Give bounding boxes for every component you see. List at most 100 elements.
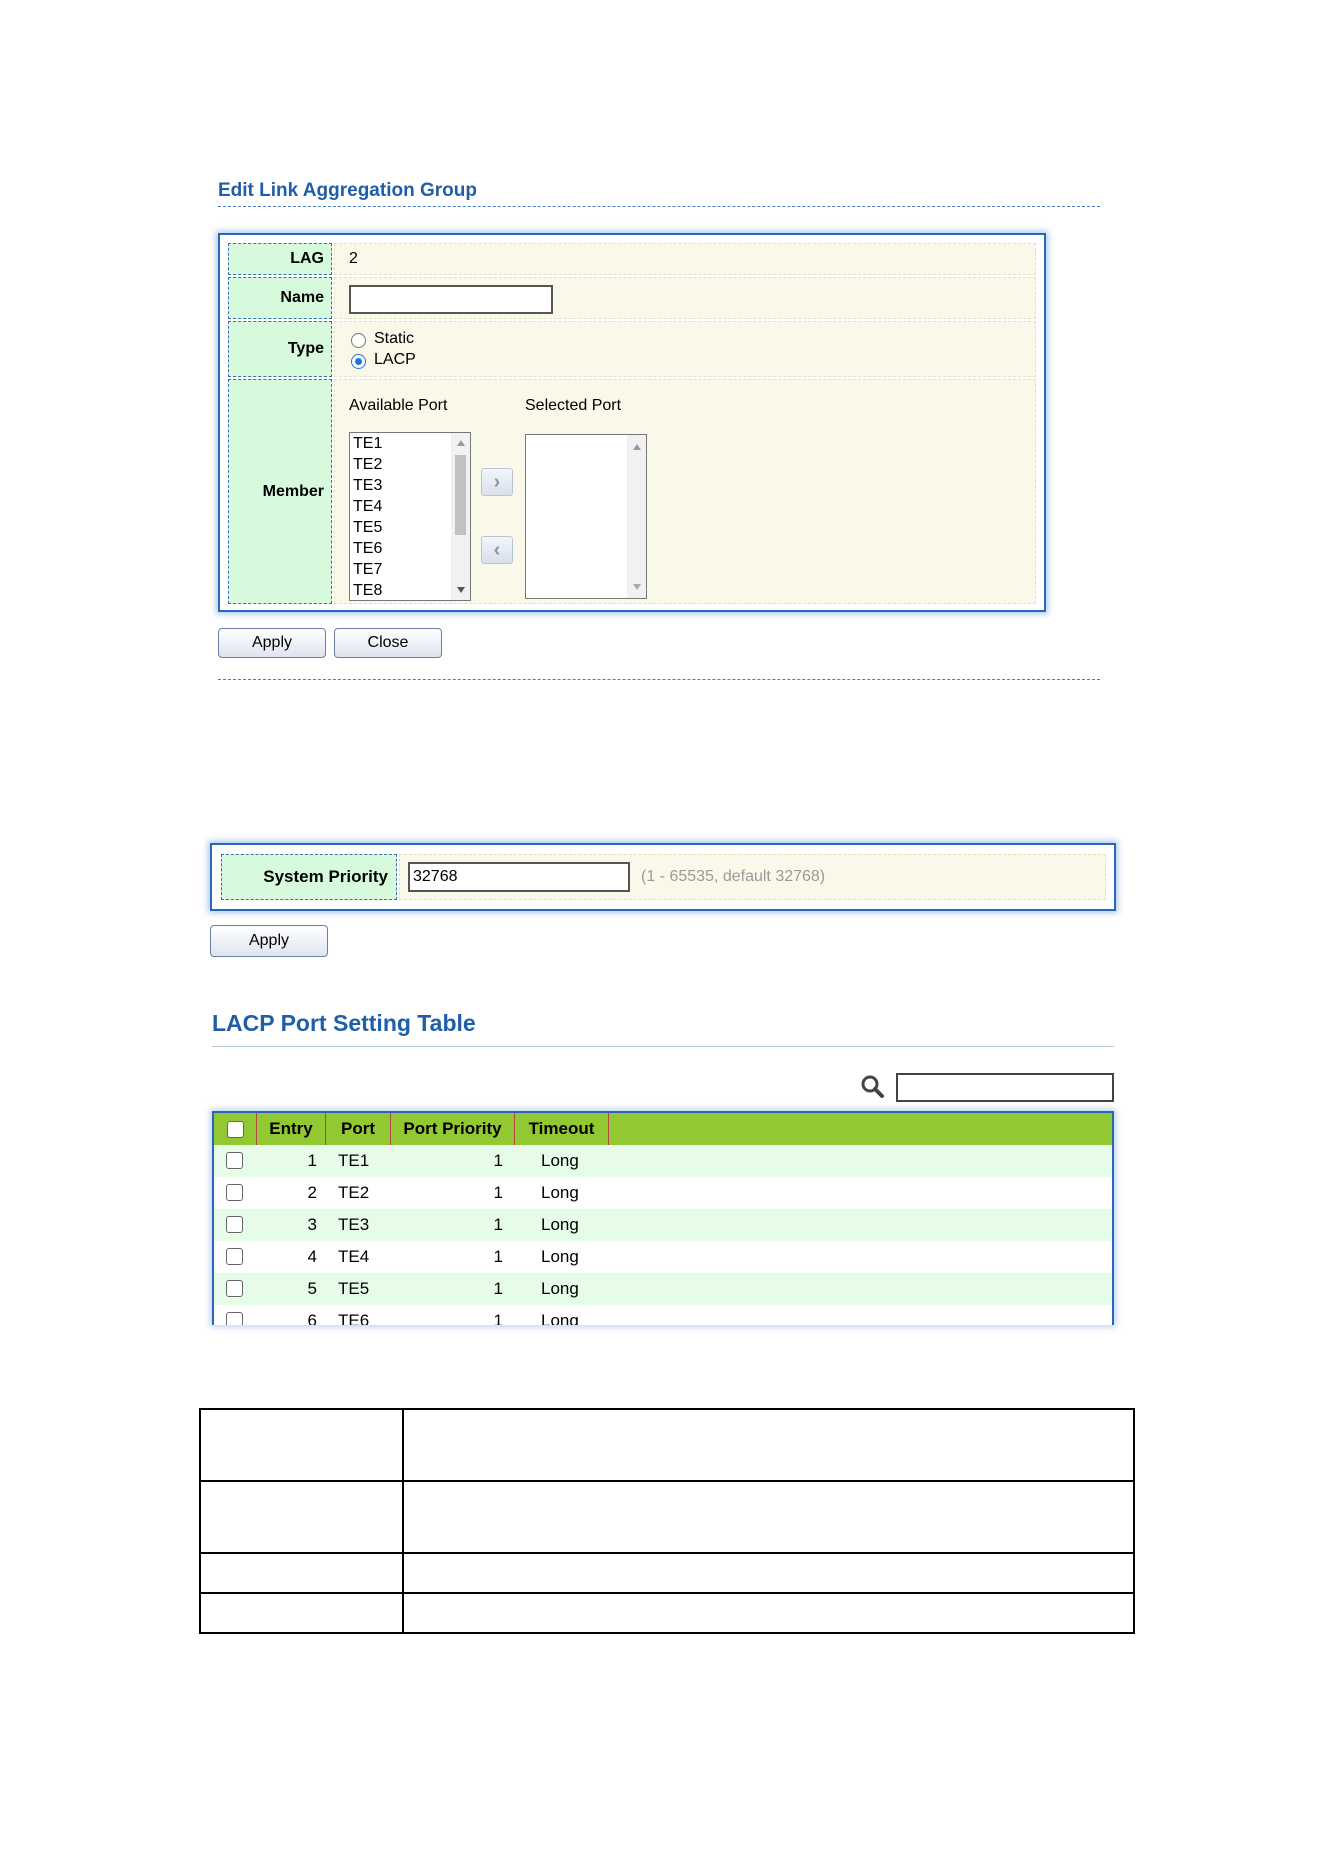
system-priority-label: System Priority bbox=[221, 854, 397, 900]
cell-timeout: Long bbox=[541, 1183, 579, 1202]
type-label-text: Type bbox=[287, 340, 324, 357]
chevron-right-icon: › bbox=[493, 470, 501, 493]
chevron-left-icon: ‹ bbox=[493, 538, 501, 561]
available-port-list[interactable]: TE1 TE2 TE3 TE4 TE5 TE6 TE7 TE8 bbox=[349, 432, 471, 601]
cell-timeout: Long bbox=[541, 1151, 579, 1170]
member-label: Member bbox=[228, 379, 332, 604]
cell-priority: 1 bbox=[493, 1311, 503, 1325]
list-item[interactable]: TE3 bbox=[353, 475, 382, 496]
search-icon[interactable] bbox=[860, 1074, 884, 1098]
table-cell bbox=[199, 1480, 404, 1554]
row-checkbox[interactable] bbox=[226, 1152, 243, 1169]
cell-entry: 4 bbox=[307, 1247, 317, 1266]
cell-entry: 3 bbox=[307, 1215, 317, 1234]
type-static-label: Static bbox=[374, 330, 415, 347]
cell-entry: 5 bbox=[307, 1279, 317, 1298]
scroll-down-icon[interactable] bbox=[633, 584, 641, 590]
col-timeout[interactable]: Timeout bbox=[515, 1113, 609, 1145]
list-item[interactable]: TE6 bbox=[353, 538, 382, 559]
list-item[interactable]: TE8 bbox=[353, 580, 382, 600]
cell-port: TE2 bbox=[338, 1183, 370, 1202]
system-priority-hint: (1 - 65535, default 32768) bbox=[641, 868, 826, 885]
member-value-cell: Available Port Selected Port TE1 TE2 TE3… bbox=[334, 379, 1036, 604]
description-table bbox=[199, 1408, 1135, 1634]
table-cell bbox=[402, 1408, 1135, 1482]
cell-port: TE3 bbox=[338, 1215, 370, 1234]
col-entry[interactable]: Entry bbox=[257, 1113, 326, 1145]
scroll-up-icon[interactable] bbox=[457, 440, 465, 446]
row-checkbox[interactable] bbox=[226, 1184, 243, 1201]
list-item[interactable]: TE2 bbox=[353, 454, 382, 475]
table-cell bbox=[199, 1552, 404, 1594]
cell-priority: 1 bbox=[493, 1151, 503, 1170]
lacp-port-table: Entry Port Port Priority Timeout 1 TE1 1… bbox=[212, 1111, 1114, 1325]
apply-button[interactable]: Apply bbox=[218, 628, 326, 658]
system-priority-input[interactable] bbox=[408, 862, 630, 892]
cell-entry: 6 bbox=[307, 1311, 317, 1325]
name-input[interactable] bbox=[349, 285, 553, 314]
table-row[interactable]: 5 TE5 1 Long bbox=[214, 1273, 1112, 1305]
list-item[interactable]: TE7 bbox=[353, 559, 382, 580]
table-cell bbox=[402, 1480, 1135, 1554]
header-checkbox-cell bbox=[214, 1113, 257, 1145]
edit-lag-title: Edit Link Aggregation Group bbox=[218, 180, 477, 201]
cell-timeout: Long bbox=[541, 1215, 579, 1234]
type-label: Type bbox=[228, 321, 332, 377]
table-title-rule bbox=[212, 1046, 1114, 1047]
cell-priority: 1 bbox=[493, 1279, 503, 1298]
table-search-input[interactable] bbox=[896, 1073, 1114, 1102]
table-cell bbox=[402, 1552, 1135, 1594]
selected-port-list[interactable] bbox=[525, 434, 647, 599]
scroll-up-icon[interactable] bbox=[633, 444, 641, 450]
table-row[interactable]: 1 TE1 1 Long bbox=[214, 1145, 1112, 1177]
table-cell bbox=[402, 1592, 1135, 1634]
cell-timeout: Long bbox=[541, 1311, 579, 1325]
system-priority-apply-button[interactable]: Apply bbox=[210, 925, 328, 957]
cell-timeout: Long bbox=[541, 1247, 579, 1266]
list-item[interactable]: TE5 bbox=[353, 517, 382, 538]
select-all-checkbox[interactable] bbox=[226, 1120, 244, 1138]
row-checkbox[interactable] bbox=[226, 1248, 243, 1265]
selected-port-scrollbar[interactable] bbox=[627, 435, 646, 598]
cell-priority: 1 bbox=[493, 1247, 503, 1266]
list-item[interactable]: TE4 bbox=[353, 496, 382, 517]
row-checkbox[interactable] bbox=[226, 1280, 243, 1297]
list-item[interactable]: TE1 bbox=[353, 433, 382, 454]
table-row[interactable]: 4 TE4 1 Long bbox=[214, 1241, 1112, 1273]
name-label: Name bbox=[228, 277, 332, 319]
available-port-scrollbar[interactable] bbox=[451, 433, 470, 600]
lag-value: 2 bbox=[349, 250, 358, 267]
type-value-cell: Static LACP bbox=[334, 321, 1036, 377]
edit-lag-form: LAG 2 Name Type Static LACP Member Avail… bbox=[218, 233, 1046, 612]
system-priority-value-cell: (1 - 65535, default 32768) bbox=[399, 854, 1106, 900]
row-checkbox[interactable] bbox=[226, 1312, 243, 1325]
close-button[interactable]: Close bbox=[334, 628, 442, 658]
type-lacp-radio[interactable] bbox=[351, 354, 366, 369]
cell-port: TE1 bbox=[338, 1151, 370, 1170]
cell-port: TE5 bbox=[338, 1279, 370, 1298]
type-lacp-label: LACP bbox=[374, 351, 416, 368]
table-row bbox=[199, 1408, 1135, 1482]
table-row bbox=[199, 1480, 1135, 1554]
cell-timeout: Long bbox=[541, 1279, 579, 1298]
system-priority-form: System Priority (1 - 65535, default 3276… bbox=[210, 843, 1116, 911]
system-priority-label-text: System Priority bbox=[263, 867, 388, 886]
add-port-button[interactable]: › bbox=[481, 468, 513, 496]
scroll-down-icon[interactable] bbox=[457, 587, 465, 593]
remove-port-button[interactable]: ‹ bbox=[481, 536, 513, 564]
cell-priority: 1 bbox=[493, 1215, 503, 1234]
table-row[interactable]: 3 TE3 1 Long bbox=[214, 1209, 1112, 1241]
col-port[interactable]: Port bbox=[326, 1113, 391, 1145]
row-checkbox[interactable] bbox=[226, 1216, 243, 1233]
lacp-table-title: LACP Port Setting Table bbox=[212, 1010, 476, 1036]
type-static-radio[interactable] bbox=[351, 333, 366, 348]
cell-priority: 1 bbox=[493, 1183, 503, 1202]
name-label-text: Name bbox=[280, 289, 324, 306]
table-row[interactable]: 6 TE6 1 Long bbox=[214, 1305, 1112, 1325]
col-port-priority[interactable]: Port Priority bbox=[391, 1113, 515, 1145]
scroll-thumb[interactable] bbox=[455, 455, 466, 535]
table-row bbox=[199, 1592, 1135, 1634]
table-cell bbox=[199, 1592, 404, 1634]
lag-label-text: LAG bbox=[290, 250, 324, 267]
table-row[interactable]: 2 TE2 1 Long bbox=[214, 1177, 1112, 1209]
